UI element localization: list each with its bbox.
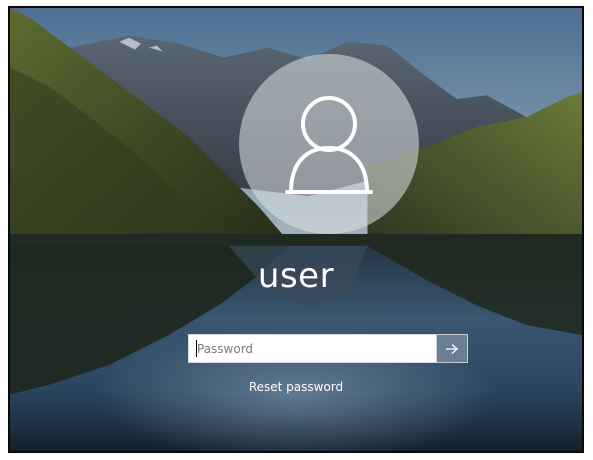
password-field-wrapper <box>188 334 436 363</box>
lock-screen: user Reset password <box>8 6 584 453</box>
user-silhouette-icon <box>285 96 373 194</box>
arrow-right-icon <box>446 343 458 354</box>
username-label: user <box>257 256 335 296</box>
text-caret <box>196 340 197 357</box>
submit-button[interactable] <box>436 334 468 363</box>
password-input[interactable] <box>188 334 436 363</box>
user-avatar <box>239 54 419 234</box>
password-row <box>188 334 468 363</box>
reset-password-link[interactable]: Reset password <box>10 380 582 394</box>
